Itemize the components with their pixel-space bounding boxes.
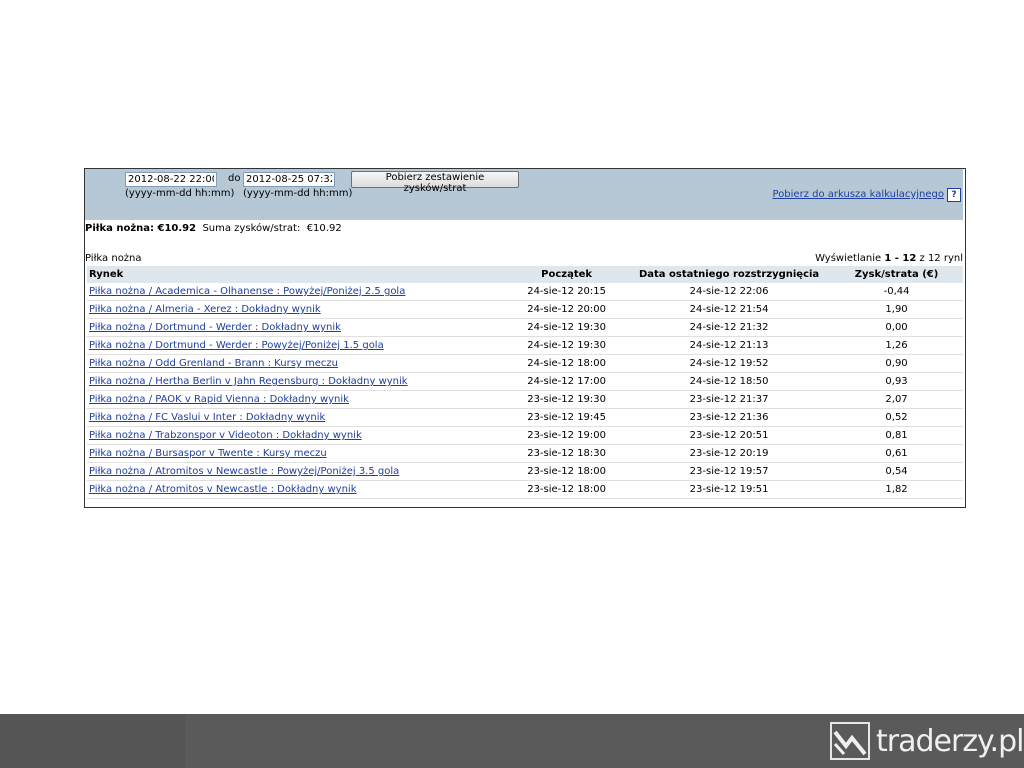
from-format-hint: (yyyy-mm-dd hh:mm): [125, 188, 235, 199]
market-link[interactable]: Piłka nożna / Hertha Berlin v Jahn Regen…: [89, 376, 408, 387]
table-row: Piłka nożna / Dortmund - Werder : Powyże…: [87, 336, 963, 355]
watermark-text: traderzy.pl: [876, 724, 1024, 759]
table-row: Piłka nożna / PAOK v Rapid Vienna : Dokł…: [87, 390, 963, 409]
settled-cell: 23-sie-12 19:57: [628, 462, 831, 481]
settled-cell: 23-sie-12 21:36: [628, 408, 831, 427]
total-label: Suma zysków/strat:: [202, 223, 301, 234]
start-cell: 24-sie-12 17:00: [505, 372, 629, 391]
to-format-hint: (yyyy-mm-dd hh:mm): [243, 188, 353, 199]
table-row: Piłka nożna / FC Vaslui v Inter : Dokład…: [87, 408, 963, 427]
header-market[interactable]: Rynek: [87, 266, 506, 283]
profit-loss-cell: 0,90: [830, 354, 963, 373]
showing-range: 1 - 12: [884, 253, 917, 264]
settled-cell: 24-sie-12 18:50: [628, 372, 831, 391]
start-cell: 23-sie-12 18:00: [505, 480, 629, 499]
from-date-input[interactable]: [125, 172, 217, 187]
market-link[interactable]: Piłka nożna / FC Vaslui v Inter : Dokład…: [89, 412, 325, 423]
start-cell: 24-sie-12 19:30: [505, 318, 629, 337]
profit-loss-cell: 0,81: [830, 426, 963, 445]
settled-cell: 23-sie-12 21:37: [628, 390, 831, 409]
settled-cell: 24-sie-12 21:32: [628, 318, 831, 337]
market-link[interactable]: Piłka nożna / Academica - Olhanense : Po…: [89, 286, 405, 297]
table-row: Piłka nożna / Atromitos v Newcastle : Do…: [87, 480, 963, 499]
profit-loss-cell: 0,61: [830, 444, 963, 463]
start-cell: 23-sie-12 18:30: [505, 444, 629, 463]
start-cell: 23-sie-12 19:30: [505, 390, 629, 409]
header-start[interactable]: Początek: [505, 266, 629, 283]
settled-cell: 24-sie-12 19:52: [628, 354, 831, 373]
market-link[interactable]: Piłka nożna / Atromitos v Newcastle : Do…: [89, 484, 356, 495]
profit-loss-cell: 1,26: [830, 336, 963, 355]
total-value: €10.92: [306, 223, 342, 234]
table-row: Piłka nożna / Atromitos v Newcastle : Po…: [87, 462, 963, 481]
market-link[interactable]: Piłka nożna / Dortmund - Werder : Dokład…: [89, 322, 341, 333]
markets-table: Rynek Początek Data ostatniego rozstrzyg…: [87, 266, 963, 499]
to-date-input[interactable]: [243, 172, 335, 187]
start-cell: 23-sie-12 19:00: [505, 426, 629, 445]
showing-prefix: Wyświetlanie: [815, 253, 882, 264]
table-row: Piłka nożna / Odd Grenland - Brann : Kur…: [87, 354, 963, 373]
market-link[interactable]: Piłka nożna / Dortmund - Werder : Powyże…: [89, 340, 384, 351]
table-row: Piłka nożna / Hertha Berlin v Jahn Regen…: [87, 372, 963, 391]
start-cell: 24-sie-12 20:00: [505, 300, 629, 319]
help-icon[interactable]: ?: [947, 188, 961, 202]
profit-loss-cell: 0,54: [830, 462, 963, 481]
header-settled[interactable]: Data ostatniego rozstrzygnięcia: [628, 266, 831, 283]
to-label: do: [228, 173, 241, 184]
table-row: Piłka nożna / Academica - Olhanense : Po…: [87, 283, 963, 301]
settled-cell: 23-sie-12 20:19: [628, 444, 831, 463]
filter-bar: do Pobierz zestawienie zysków/strat (yyy…: [85, 169, 963, 220]
header-profit-loss[interactable]: Zysk/strata (€): [830, 266, 963, 283]
start-cell: 24-sie-12 18:00: [505, 354, 629, 373]
settled-cell: 24-sie-12 22:06: [628, 283, 831, 301]
start-cell: 23-sie-12 18:00: [505, 462, 629, 481]
profit-loss-cell: 0,93: [830, 372, 963, 391]
table-row: Piłka nożna / Almeria - Xerez : Dokładny…: [87, 300, 963, 319]
settled-cell: 24-sie-12 21:54: [628, 300, 831, 319]
summary-line: Piłka nożna: €10.92 Suma zysków/strat: €…: [85, 223, 342, 234]
table-row: Piłka nożna / Trabzonspor v Videoton : D…: [87, 426, 963, 445]
profit-loss-panel: do Pobierz zestawienie zysków/strat (yyy…: [84, 168, 966, 508]
market-link[interactable]: Piłka nożna / Atromitos v Newcastle : Po…: [89, 466, 399, 477]
market-link[interactable]: Piłka nożna / PAOK v Rapid Vienna : Dokł…: [89, 394, 349, 405]
download-spreadsheet-link[interactable]: Pobierz do arkusza kalkulacyjnego: [773, 189, 944, 200]
start-cell: 24-sie-12 20:15: [505, 283, 629, 301]
start-cell: 24-sie-12 19:30: [505, 336, 629, 355]
profit-loss-cell: 1,82: [830, 480, 963, 499]
table-category-label: Piłka nożna: [85, 253, 142, 264]
profit-loss-cell: 0,00: [830, 318, 963, 337]
market-link[interactable]: Piłka nożna / Bursaspor v Twente : Kursy…: [89, 448, 327, 459]
watermark-logo: traderzy.pl: [830, 718, 1024, 764]
category-total: Piłka nożna: €10.92: [85, 223, 197, 234]
settled-cell: 23-sie-12 20:51: [628, 426, 831, 445]
profit-loss-cell: 1,90: [830, 300, 963, 319]
start-cell: 23-sie-12 19:45: [505, 408, 629, 427]
settled-cell: 24-sie-12 21:13: [628, 336, 831, 355]
profit-loss-cell: 0,52: [830, 408, 963, 427]
market-link[interactable]: Piłka nożna / Odd Grenland - Brann : Kur…: [89, 358, 338, 369]
table-row: Piłka nożna / Bursaspor v Twente : Kursy…: [87, 444, 963, 463]
pagination-info: Wyświetlanie 1 - 12 z 12 rynl: [815, 253, 963, 264]
market-link[interactable]: Piłka nożna / Trabzonspor v Videoton : D…: [89, 430, 362, 441]
table-row: Piłka nożna / Dortmund - Werder : Dokład…: [87, 318, 963, 337]
market-link[interactable]: Piłka nożna / Almeria - Xerez : Dokładny…: [89, 304, 321, 315]
profit-loss-cell: -0,44: [830, 283, 963, 301]
settled-cell: 23-sie-12 19:51: [628, 480, 831, 499]
showing-suffix: z 12 rynl: [919, 253, 963, 264]
profit-loss-cell: 2,07: [830, 390, 963, 409]
chart-logo-icon: [830, 722, 870, 760]
table-header-row: Rynek Początek Data ostatniego rozstrzyg…: [87, 266, 963, 283]
get-report-button[interactable]: Pobierz zestawienie zysków/strat: [351, 171, 519, 194]
